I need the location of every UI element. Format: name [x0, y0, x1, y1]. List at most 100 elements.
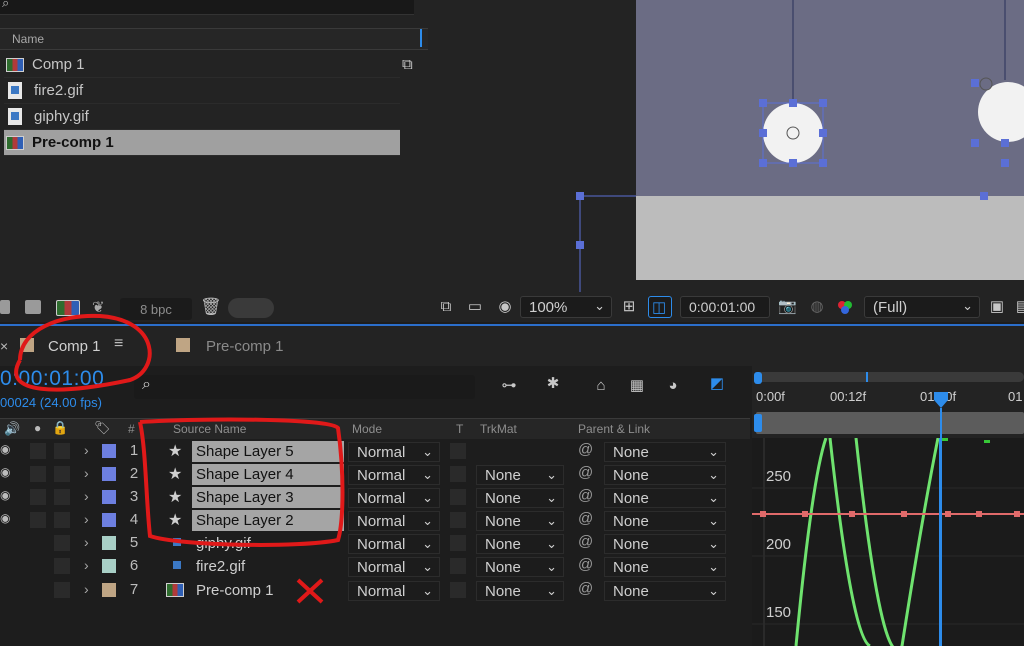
- fast-previews-icon[interactable]: ▣: [988, 299, 1006, 315]
- preserve-transparency-switch[interactable]: [450, 512, 466, 528]
- parent-dropdown[interactable]: None ⌄: [604, 442, 726, 462]
- track-column-label: T: [456, 422, 464, 436]
- parent-dropdown[interactable]: None ⌄: [604, 511, 726, 531]
- blend-mode-dropdown[interactable]: Normal ⌄: [348, 465, 440, 485]
- pick-whip-icon[interactable]: @: [578, 464, 593, 481]
- frame-blending-icon[interactable]: ▦: [628, 378, 646, 394]
- annotation-circle: [14, 313, 152, 392]
- show-snapshot-icon[interactable]: ◍: [808, 299, 826, 315]
- project-search-bar[interactable]: ⌕: [0, 0, 414, 15]
- track-matte-value: None: [485, 489, 521, 507]
- always-preview-icon[interactable]: ⧉: [437, 299, 455, 315]
- track-matte-value: None: [485, 512, 521, 530]
- pick-whip-icon[interactable]: @: [578, 510, 593, 527]
- project-item-comp-1[interactable]: Comp 1: [4, 52, 400, 78]
- image-file-icon: [8, 108, 22, 125]
- work-area-bar[interactable]: [756, 372, 1024, 382]
- track-matte-dropdown[interactable]: None ⌄: [476, 557, 564, 577]
- motion-blur-icon[interactable]: ◕: [664, 378, 682, 394]
- image-file-icon: [8, 82, 22, 99]
- transform-handle: [789, 159, 797, 167]
- preserve-transparency-switch[interactable]: [450, 535, 466, 551]
- preserve-transparency-switch[interactable]: [450, 489, 466, 505]
- graph-curve: [854, 438, 902, 646]
- blend-mode-value: Normal: [357, 558, 406, 576]
- pick-whip-icon[interactable]: @: [578, 533, 593, 550]
- chevron-down-icon: ⌄: [422, 536, 433, 551]
- blend-mode-value: Normal: [357, 443, 406, 461]
- track-matte-dropdown[interactable]: None ⌄: [476, 534, 564, 554]
- shy-layers-icon[interactable]: ⌂: [592, 378, 610, 394]
- value-graph: [752, 438, 1024, 646]
- work-area-marker: [866, 372, 868, 382]
- transform-handle: [980, 192, 988, 200]
- name-column-label[interactable]: Name: [12, 32, 44, 46]
- shape-circle: [763, 103, 823, 163]
- track-matte-value: None: [485, 582, 521, 600]
- chevron-down-icon: ⌄: [546, 559, 557, 574]
- ruler-label: 01: [1008, 389, 1023, 404]
- parent-dropdown[interactable]: None ⌄: [604, 465, 726, 485]
- project-item-giphy[interactable]: giphy.gif: [4, 104, 400, 130]
- blend-mode-dropdown[interactable]: Normal ⌄: [348, 534, 440, 554]
- graph-curve: [794, 438, 828, 646]
- preserve-transparency-switch[interactable]: [450, 443, 466, 459]
- blend-mode-dropdown[interactable]: Normal ⌄: [348, 488, 440, 508]
- transparency-grid-icon[interactable]: ◫: [648, 296, 672, 318]
- track-matte-value: None: [485, 558, 521, 576]
- project-item-pre-comp-1[interactable]: Pre-comp 1: [4, 130, 400, 156]
- blend-mode-dropdown[interactable]: Normal ⌄: [348, 557, 440, 577]
- resolution-dropdown[interactable]: (Full) ⌄: [864, 296, 980, 318]
- navigator-start-handle[interactable]: [754, 414, 762, 432]
- viewer-overlay: [576, 0, 1024, 292]
- track-matte-dropdown[interactable]: None ⌄: [476, 511, 564, 531]
- transform-handle: [1001, 159, 1009, 167]
- chevron-down-icon: ⌄: [422, 513, 433, 528]
- chevron-down-icon: ⌄: [594, 298, 605, 313]
- parent-value: None: [613, 512, 649, 530]
- transform-handle: [819, 129, 827, 137]
- blend-mode-dropdown[interactable]: Normal ⌄: [348, 442, 440, 462]
- graph-editor-icon[interactable]: ◩: [708, 376, 726, 392]
- track-matte-dropdown[interactable]: None ⌄: [476, 581, 564, 601]
- blend-mode-value: Normal: [357, 512, 406, 530]
- mask-visibility-icon[interactable]: ◉: [496, 299, 514, 315]
- preserve-transparency-switch[interactable]: [450, 582, 466, 598]
- region-of-interest-icon[interactable]: ⊞: [620, 299, 638, 315]
- column-divider: [420, 29, 422, 47]
- composition-flowchart-icon[interactable]: ⊶: [500, 378, 518, 394]
- chevron-down-icon: ⌄: [708, 583, 719, 598]
- color-channels-icon[interactable]: [836, 299, 854, 315]
- parent-dropdown[interactable]: None ⌄: [604, 488, 726, 508]
- chevron-down-icon: ⌄: [422, 467, 433, 482]
- display-icon[interactable]: ▭: [466, 299, 484, 315]
- zoom-dropdown[interactable]: 100% ⌄: [520, 296, 612, 318]
- preserve-transparency-switch[interactable]: [450, 558, 466, 574]
- flowchart-icon[interactable]: ⧉: [402, 56, 413, 73]
- parent-dropdown[interactable]: None ⌄: [604, 534, 726, 554]
- pick-whip-icon[interactable]: @: [578, 487, 593, 504]
- parent-dropdown[interactable]: None ⌄: [604, 581, 726, 601]
- shape-circle: [978, 82, 1024, 142]
- time-navigator[interactable]: [756, 412, 1024, 434]
- viewer-timecode[interactable]: 0:00:01:00: [680, 296, 770, 318]
- anchor-point: [979, 77, 993, 91]
- project-item-fire2[interactable]: fire2.gif: [4, 78, 400, 104]
- resolution-value: (Full): [873, 298, 908, 316]
- chevron-down-icon: ⌄: [422, 583, 433, 598]
- work-area-start-handle[interactable]: [754, 372, 762, 384]
- blend-mode-dropdown[interactable]: Normal ⌄: [348, 511, 440, 531]
- pick-whip-icon[interactable]: @: [578, 556, 593, 573]
- parent-dropdown[interactable]: None ⌄: [604, 557, 726, 577]
- pick-whip-icon[interactable]: @: [578, 580, 593, 597]
- track-matte-dropdown[interactable]: None ⌄: [476, 465, 564, 485]
- blend-mode-dropdown[interactable]: Normal ⌄: [348, 581, 440, 601]
- track-matte-dropdown[interactable]: None ⌄: [476, 488, 564, 508]
- playhead[interactable]: [932, 388, 950, 646]
- pick-whip-icon[interactable]: @: [578, 441, 593, 458]
- snapshot-camera-icon[interactable]: 📷: [778, 299, 797, 315]
- toggle-views-icon[interactable]: ▤: [1014, 299, 1024, 315]
- preserve-transparency-switch[interactable]: [450, 466, 466, 482]
- draft-3d-icon[interactable]: ✱: [544, 376, 562, 392]
- transform-handle: [576, 241, 584, 249]
